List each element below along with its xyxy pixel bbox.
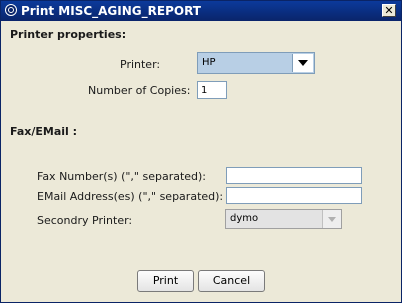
printer-selected-value: HP: [202, 57, 216, 68]
fax-number-label: Fax Number(s) ("," separated):: [37, 170, 207, 183]
close-icon: ✕: [384, 4, 394, 17]
print-dialog: Print MISC_AGING_REPORT ✕ Printer proper…: [0, 0, 402, 303]
app-logo-icon: [5, 4, 17, 16]
dialog-content: Printer properties: Printer: HP Number o…: [1, 21, 401, 302]
title-bar[interactable]: Print MISC_AGING_REPORT ✕: [1, 1, 401, 21]
email-address-label: EMail Address(es) ("," separated):: [37, 190, 224, 203]
printer-label: Printer:: [120, 58, 161, 71]
email-address-input[interactable]: [226, 187, 362, 204]
fax-number-input[interactable]: [226, 167, 362, 184]
window-title: Print MISC_AGING_REPORT: [21, 4, 201, 18]
fax-email-heading: Fax/EMail :: [10, 125, 78, 138]
printer-properties-heading: Printer properties:: [10, 28, 127, 41]
copies-input[interactable]: [197, 81, 227, 99]
close-button[interactable]: ✕: [382, 4, 396, 17]
secondary-printer-dropdown[interactable]: dymo: [225, 209, 342, 229]
chevron-down-icon[interactable]: [322, 210, 341, 228]
secondary-printer-label: Secondry Printer:: [37, 214, 133, 227]
chevron-down-icon[interactable]: [292, 54, 313, 72]
secondary-printer-selected-value: dymo: [230, 213, 259, 224]
print-button[interactable]: Print: [137, 270, 194, 292]
copies-label: Number of Copies:: [88, 84, 191, 97]
printer-dropdown[interactable]: HP: [197, 52, 315, 74]
cancel-button[interactable]: Cancel: [198, 270, 265, 292]
